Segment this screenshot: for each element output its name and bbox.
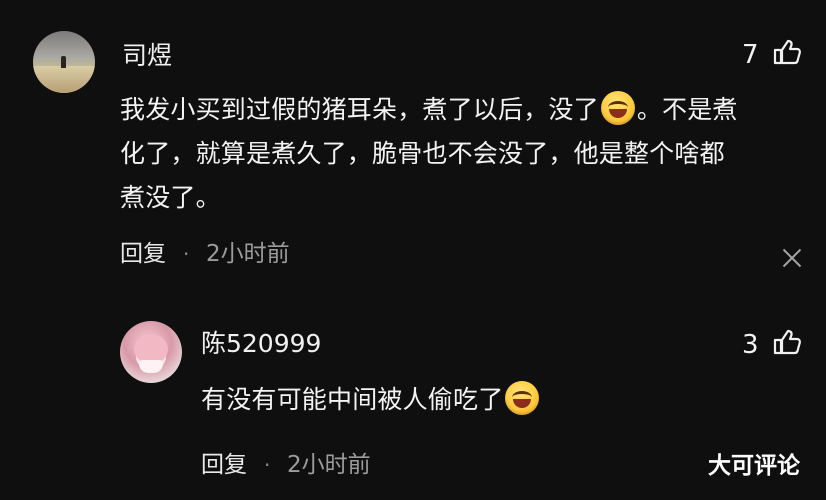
reply-text: 有没有可能中间被人偷吃了	[201, 385, 504, 414]
comment-text-part: 。不是煮	[636, 95, 738, 124]
avatar-cup	[139, 360, 163, 373]
separator-dot: ·	[264, 453, 271, 477]
laughing-crying-emoji-icon	[600, 91, 635, 125]
separator-dot: ·	[183, 242, 190, 266]
comment-username[interactable]: 司煜	[122, 43, 172, 68]
avatar-sand-scene	[33, 66, 95, 93]
reply-text-line: 有没有可能中间被人偷吃了	[201, 378, 541, 422]
thumb-up-icon[interactable]	[772, 38, 802, 66]
thumb-up-icon-svg	[773, 329, 802, 355]
comment-text-line-3: 煮没了。	[120, 183, 221, 212]
thumb-up-icon-svg	[773, 39, 802, 65]
avatar-person-silhouette	[61, 56, 66, 68]
reply-like-count: 3	[742, 330, 759, 360]
thumb-up-icon[interactable]	[772, 328, 802, 356]
reply-link[interactable]: 回复	[201, 454, 247, 477]
reply-link[interactable]: 回复	[120, 243, 166, 266]
comment-text-part: 我发小买到过假的猪耳朵，煮了以后，没了	[120, 95, 599, 124]
comment-like-count: 7	[742, 40, 759, 70]
laughing-crying-emoji-icon	[505, 381, 540, 415]
watermark-text: 大可评论	[708, 453, 800, 479]
close-icon[interactable]	[781, 247, 803, 269]
reply-time: 2小时前	[287, 452, 371, 478]
avatar[interactable]	[120, 321, 182, 383]
comment-text-line-1: 我发小买到过假的猪耳朵，煮了以后，没了 。不是煮	[120, 88, 738, 132]
comment-time: 2小时前	[206, 241, 290, 267]
avatar[interactable]	[33, 31, 95, 93]
comment-text-line-2: 化了，就算是煮久了，脆骨也不会没了，他是整个啥都	[120, 139, 725, 168]
reply-username[interactable]: 陈520999	[201, 331, 321, 356]
